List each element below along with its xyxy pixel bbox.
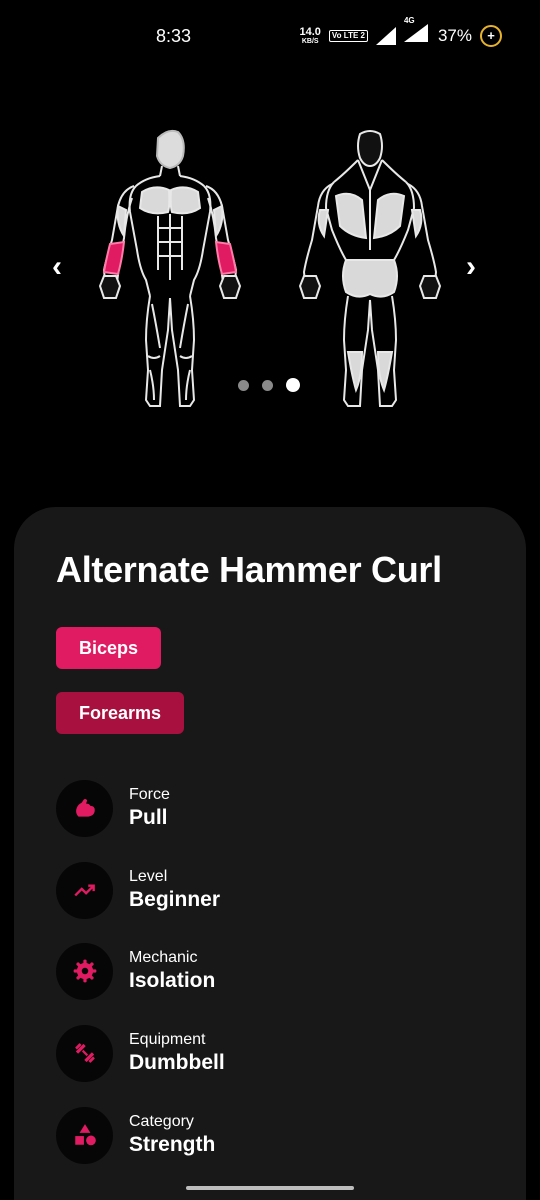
status-time: 8:33 <box>156 26 192 46</box>
network-speed-unit: KB/S <box>301 37 319 45</box>
battery-saver-icon: + <box>480 24 502 47</box>
status-bar: 8:33 14.0 KB/S Vo LTE 2 4G 37% + <box>0 0 540 72</box>
carousel-dot[interactable] <box>262 379 273 391</box>
attribute-icon-container <box>56 1024 113 1082</box>
attribute-icon-container <box>56 1106 113 1164</box>
dumbbell-icon <box>74 1043 95 1063</box>
attribute-value: Dumbbell <box>129 1051 225 1074</box>
attribute-value: Strength <box>129 1133 216 1156</box>
home-indicator[interactable] <box>186 1186 354 1190</box>
signal-4g-icon: 4G <box>403 16 428 47</box>
muscle-diagram <box>0 120 540 420</box>
volte-icon: Vo LTE 2 <box>328 29 368 42</box>
shapes-icon <box>74 1124 96 1146</box>
attribute-mechanic: Mechanic Isolation <box>56 942 215 1000</box>
gear-icon <box>73 959 96 983</box>
battery-percent: 37% <box>437 25 472 45</box>
attribute-label: Equipment <box>129 1031 206 1048</box>
network-speed-value: 14.0 <box>299 25 321 38</box>
secondary-muscle-chip[interactable]: Forearms <box>56 692 185 734</box>
attribute-value: Beginner <box>129 888 221 911</box>
attribute-label: Category <box>129 1113 194 1130</box>
muscle-diagram-graphic <box>98 129 442 407</box>
flexed-arm-icon <box>75 798 95 817</box>
attribute-icon-container <box>56 861 113 919</box>
attribute-level: Level Beginner <box>56 861 220 919</box>
attribute-value: Isolation <box>129 969 216 992</box>
attribute-label: Force <box>129 786 170 803</box>
exercise-title: Alternate Hammer Curl <box>56 549 442 590</box>
signal-icon <box>375 26 396 45</box>
attribute-label: Level <box>129 868 168 885</box>
status-icons: 14.0 KB/S Vo LTE 2 4G 37% + <box>299 16 502 47</box>
attribute-equipment: Equipment Dumbbell <box>56 1024 225 1082</box>
exercise-detail-card: Alternate Hammer Curl Biceps Forearms Fo… <box>14 507 526 1200</box>
next-view-button[interactable]: › <box>466 252 476 282</box>
attribute-icon-container <box>56 779 113 837</box>
carousel-indicator <box>238 378 300 392</box>
attribute-category: Category Strength <box>56 1106 215 1164</box>
carousel-dot-active[interactable] <box>286 378 300 392</box>
attribute-icon-container <box>56 942 113 1000</box>
primary-muscle-chip[interactable]: Biceps <box>56 627 162 669</box>
attribute-force: Force Pull <box>56 779 170 837</box>
attribute-value: Pull <box>129 806 168 829</box>
muscle-back-view-icon <box>298 130 442 407</box>
previous-view-button[interactable]: ‹ <box>52 252 62 282</box>
network-type: 4G <box>403 16 415 25</box>
carousel-dot[interactable] <box>238 379 249 391</box>
attribute-label: Mechanic <box>129 949 198 966</box>
trending-up-icon <box>73 884 95 897</box>
network-speed: 14.0 KB/S <box>299 25 321 45</box>
muscle-front-view-icon <box>98 129 242 407</box>
